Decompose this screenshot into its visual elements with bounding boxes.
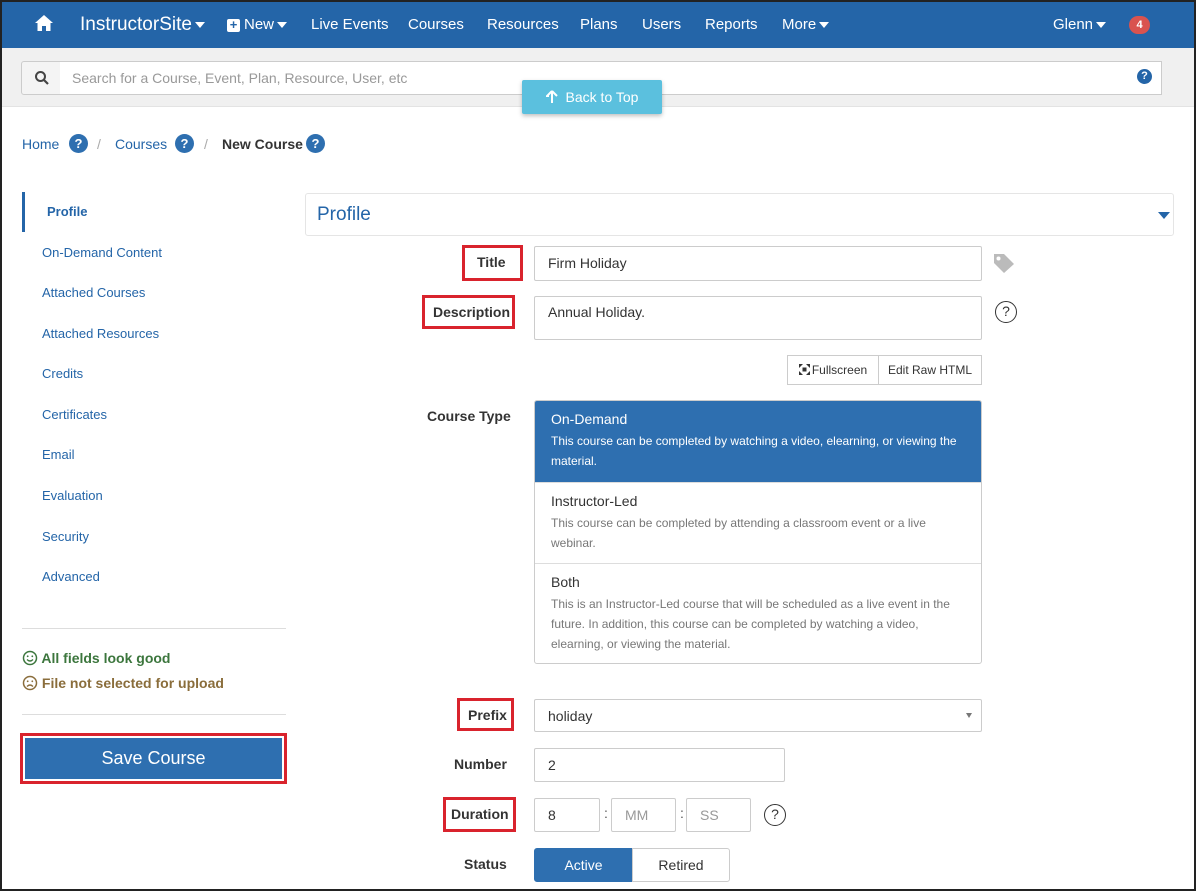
notifications-badge[interactable]: 4 bbox=[1129, 16, 1150, 34]
more-menu[interactable]: More bbox=[782, 2, 830, 48]
sidebar-item-attached-resources[interactable]: Attached Resources bbox=[22, 314, 286, 354]
course-type-on-demand[interactable]: On-Demand This course can be completed b… bbox=[535, 401, 981, 483]
profile-panel-header[interactable]: Profile bbox=[305, 193, 1174, 236]
more-label: More bbox=[782, 16, 817, 33]
description-label: Description bbox=[433, 304, 511, 320]
breadcrumb-current: New Course bbox=[222, 136, 303, 152]
arrow-up-icon bbox=[544, 90, 558, 103]
frown-icon bbox=[22, 675, 38, 691]
duration-minutes-input[interactable]: MM bbox=[611, 798, 676, 832]
nav-reports[interactable]: Reports bbox=[705, 2, 758, 48]
duration-seconds-input[interactable]: SS bbox=[686, 798, 751, 832]
user-menu[interactable]: Glenn bbox=[1053, 2, 1107, 48]
description-editor[interactable]: Annual Holiday. bbox=[534, 296, 982, 340]
save-course-highlight: Save Course bbox=[20, 733, 287, 784]
duration-label: Duration bbox=[451, 806, 509, 822]
home-icon[interactable] bbox=[34, 2, 54, 48]
sidebar-item-certificates[interactable]: Certificates bbox=[22, 395, 286, 435]
help-icon[interactable]: ? bbox=[1137, 69, 1152, 84]
sidebar-item-advanced[interactable]: Advanced bbox=[22, 557, 286, 597]
breadcrumb-separator: / bbox=[204, 136, 208, 152]
sidebar-item-attached-courses[interactable]: Attached Courses bbox=[22, 273, 286, 313]
edit-raw-html-button[interactable]: Edit Raw HTML bbox=[878, 355, 982, 385]
divider bbox=[22, 628, 286, 629]
course-type-description: This course can be completed by attendin… bbox=[551, 516, 926, 550]
course-type-list: On-Demand This course can be completed b… bbox=[534, 400, 982, 664]
course-type-name: On-Demand bbox=[551, 411, 628, 427]
fullscreen-button[interactable]: Fullscreen bbox=[787, 355, 879, 385]
new-label: New bbox=[244, 16, 275, 33]
panel-title: Profile bbox=[317, 204, 371, 225]
fullscreen-label: Fullscreen bbox=[811, 363, 868, 377]
validation-status-text: All fields look good bbox=[41, 650, 171, 666]
new-menu[interactable]: + New bbox=[227, 2, 288, 48]
chevron-down-icon bbox=[1096, 22, 1107, 29]
brand-label: InstructorSite bbox=[80, 14, 192, 35]
duration-separator: : bbox=[604, 805, 608, 821]
title-label: Title bbox=[477, 254, 506, 270]
chevron-down-icon bbox=[966, 713, 972, 718]
search-icon[interactable] bbox=[21, 61, 61, 95]
sidebar-item-credits[interactable]: Credits bbox=[22, 354, 286, 394]
breadcrumb-courses[interactable]: Courses bbox=[115, 134, 167, 154]
chevron-down-icon bbox=[819, 22, 830, 29]
course-type-label: Course Type bbox=[427, 408, 511, 424]
upload-status: File not selected for upload bbox=[22, 675, 224, 691]
top-navbar: InstructorSite + New Live Events Courses … bbox=[2, 2, 1194, 48]
user-label: Glenn bbox=[1053, 16, 1094, 33]
expand-icon bbox=[798, 363, 810, 375]
help-circle-icon[interactable]: ? bbox=[995, 301, 1017, 323]
course-type-description: This course can be completed by watching… bbox=[551, 434, 957, 468]
course-type-both[interactable]: Both This is an Instructor-Led course th… bbox=[535, 563, 981, 663]
back-to-top-button[interactable]: Back to Top bbox=[522, 80, 662, 114]
chevron-down-icon bbox=[1158, 212, 1170, 219]
upload-status-text: File not selected for upload bbox=[41, 675, 224, 691]
help-icon[interactable]: ? bbox=[175, 134, 194, 153]
help-icon[interactable]: ? bbox=[69, 134, 88, 153]
nav-courses[interactable]: Courses bbox=[408, 2, 464, 48]
duration-hours-input[interactable]: 8 bbox=[534, 798, 600, 832]
prefix-select[interactable]: holiday bbox=[534, 699, 982, 732]
course-type-name: Both bbox=[551, 574, 580, 590]
chevron-down-icon bbox=[277, 22, 288, 29]
title-input[interactable]: Firm Holiday bbox=[534, 246, 982, 281]
status-active-button[interactable]: Active bbox=[534, 848, 633, 882]
nav-plans[interactable]: Plans bbox=[580, 2, 618, 48]
sidebar-item-email[interactable]: Email bbox=[22, 435, 286, 475]
nav-live-events[interactable]: Live Events bbox=[311, 2, 389, 48]
course-type-name: Instructor-Led bbox=[551, 493, 638, 509]
help-circle-icon[interactable]: ? bbox=[764, 804, 786, 826]
help-icon[interactable]: ? bbox=[306, 134, 325, 153]
brand-menu[interactable]: InstructorSite bbox=[80, 2, 205, 48]
nav-resources[interactable]: Resources bbox=[487, 2, 559, 48]
prefix-label: Prefix bbox=[468, 707, 507, 723]
divider bbox=[22, 714, 286, 715]
breadcrumb-home[interactable]: Home bbox=[22, 134, 59, 154]
status-label: Status bbox=[464, 856, 507, 872]
status-retired-button[interactable]: Retired bbox=[632, 848, 730, 882]
breadcrumb-separator: / bbox=[97, 136, 101, 152]
sidebar-item-on-demand-content[interactable]: On-Demand Content bbox=[22, 233, 286, 273]
chevron-down-icon bbox=[194, 21, 205, 28]
back-to-top-label: Back to Top bbox=[565, 89, 639, 105]
smile-icon bbox=[22, 650, 38, 666]
course-type-instructor-led[interactable]: Instructor-Led This course can be comple… bbox=[535, 482, 981, 564]
sidebar-item-evaluation[interactable]: Evaluation bbox=[22, 476, 286, 516]
validation-status: All fields look good bbox=[22, 650, 171, 666]
nav-users[interactable]: Users bbox=[642, 2, 681, 48]
sidebar-item-security[interactable]: Security bbox=[22, 517, 286, 557]
number-input[interactable]: 2 bbox=[534, 748, 785, 782]
sidebar-item-profile[interactable]: Profile bbox=[22, 192, 286, 232]
save-course-button[interactable]: Save Course bbox=[25, 738, 282, 779]
plus-icon: + bbox=[227, 18, 240, 32]
number-label: Number bbox=[454, 756, 507, 772]
tag-icon[interactable] bbox=[992, 252, 1016, 274]
course-type-description: This is an Instructor-Led course that wi… bbox=[551, 597, 950, 651]
duration-separator: : bbox=[680, 805, 684, 821]
